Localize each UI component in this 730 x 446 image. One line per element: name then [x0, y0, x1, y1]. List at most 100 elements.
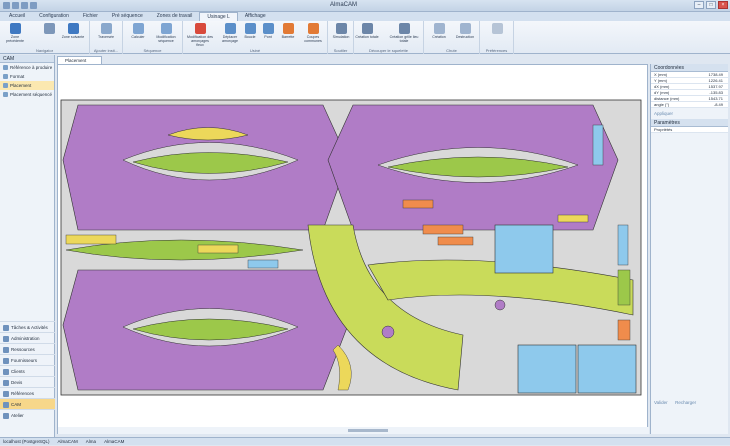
scrollbar-thumb[interactable]: [348, 429, 388, 432]
preferences-icon: [491, 23, 503, 34]
tab-fichier[interactable]: Fichier: [76, 12, 105, 21]
minimize-button[interactable]: –: [694, 1, 704, 9]
zone-precedente-button[interactable]: Zone précédente: [2, 23, 28, 43]
navigation-arrows[interactable]: [36, 23, 62, 35]
ribbon-group-chute: Création Destruction Chute: [424, 21, 480, 54]
apply-link[interactable]: Appliquer: [651, 108, 728, 119]
nav-references[interactable]: Références: [0, 387, 55, 398]
right-panel: Coordonnées X (mm) 1738.49 Y (mm) 1226.41 …: [650, 64, 728, 434]
maximize-button[interactable]: □: [706, 1, 716, 9]
nav-fournisseurs[interactable]: Fournisseurs: [0, 354, 55, 365]
nav-atelier[interactable]: Atelier: [0, 409, 55, 420]
square-part: [494, 224, 554, 274]
ribbon-group-preferences: Préférences: [480, 21, 514, 54]
status-app: AlmaCAM: [57, 439, 78, 444]
sheet-drawing: [58, 99, 649, 434]
reload-link[interactable]: Recharger: [672, 397, 699, 408]
traverse-icon: [100, 23, 112, 34]
small-part: [197, 244, 239, 254]
small-part: [402, 199, 434, 209]
group-label: Séquence: [143, 48, 162, 53]
ribbon: Zone précédente Zone suivante Navigator …: [0, 21, 730, 54]
status-user: Alma: [85, 439, 97, 444]
document-tab-placement[interactable]: Placement: [57, 56, 102, 64]
ribbon-group-ajouter: Traversée Ajouter insti...: [90, 21, 123, 54]
tab-affichage[interactable]: Affichage: [238, 12, 273, 21]
properties-row[interactable]: Propriétés: [651, 127, 728, 133]
modification-sequence-button[interactable]: Modification séquence: [153, 23, 179, 43]
lead-in-icon: [194, 23, 206, 34]
arrows-icon: [43, 23, 55, 34]
loop-icon: [244, 23, 256, 34]
tree-item-placement-sequence[interactable]: Placement séquencé: [0, 90, 54, 99]
edit-sequence-icon: [160, 23, 172, 34]
tree-item-placement[interactable]: Placement: [0, 81, 54, 90]
nav-devis[interactable]: Devis: [0, 376, 55, 387]
pont-button[interactable]: Pont: [259, 23, 277, 39]
arrow-left-icon: [9, 23, 21, 34]
tree-item-reference[interactable]: Référence à produire: [0, 63, 54, 72]
tab-configuration[interactable]: Configuration: [32, 12, 76, 21]
group-label: Ajouter insti...: [93, 48, 119, 53]
title-bar: AlmaCAM – □ ×: [0, 0, 730, 12]
barrette-button[interactable]: Barrette: [277, 23, 299, 39]
move-lead-icon: [224, 23, 236, 34]
quick-access-toolbar[interactable]: [3, 2, 37, 9]
left-panel: CAM Référence à produire Format Placemen…: [0, 55, 55, 437]
status-module: AlmaCAM: [104, 439, 125, 444]
creation-grille-button[interactable]: Création grille lieu totale: [386, 23, 422, 43]
creation-totale-button[interactable]: Création totale: [354, 23, 380, 39]
small-part: [617, 224, 629, 266]
nav-administration[interactable]: Administration: [0, 332, 55, 343]
small-part: [617, 319, 631, 341]
left-panel-header: CAM: [0, 55, 54, 63]
preferences-button[interactable]: [484, 23, 510, 35]
group-label: Usiné: [249, 48, 261, 53]
offcut-create-icon: [433, 23, 445, 34]
square-part: [577, 344, 637, 394]
destruction-chute-button[interactable]: Destruction: [452, 23, 478, 39]
traversee-button[interactable]: Traversée: [93, 23, 119, 39]
common-cut-icon: [307, 23, 319, 34]
calculate-icon: [132, 23, 144, 34]
small-part: [617, 269, 631, 306]
group-label: Navigator: [35, 48, 54, 53]
disc-part: [494, 299, 506, 311]
status-bar: localhost (PostgreSQL) AlmaCAM Alma Alma…: [0, 437, 730, 445]
nav-cam[interactable]: CAM: [0, 398, 55, 409]
tab-pre-sequence[interactable]: Pré séquence: [105, 12, 150, 21]
ribbon-group-decouper-squelette: Création totale Création grille lieu tot…: [354, 21, 424, 54]
disc-part: [381, 325, 395, 339]
ribbon-group-usine: Modification des amorçages fleux Déplace…: [183, 21, 328, 54]
bar-icon: [282, 23, 294, 34]
zone-suivante-button[interactable]: Zone suivante: [60, 23, 86, 39]
validate-link[interactable]: Valider: [651, 397, 671, 408]
group-label: Chute: [446, 48, 457, 53]
grid-icon: [398, 23, 410, 34]
modification-amorcages-button[interactable]: Modification des amorçages fleux: [187, 23, 213, 47]
nav-clients[interactable]: Clients: [0, 365, 55, 376]
deplacer-amorcage-button[interactable]: Déplacer amorçage: [217, 23, 243, 43]
simulation-icon: [335, 23, 347, 34]
tree-item-format[interactable]: Format: [0, 72, 54, 81]
simulation-button[interactable]: Simulation: [328, 23, 354, 39]
panel-actions: Valider Recharger: [651, 400, 729, 406]
square-part: [517, 344, 577, 394]
creation-chute-button[interactable]: Création: [426, 23, 452, 39]
group-label: Découper le squelette: [369, 48, 408, 53]
nav-taches[interactable]: Tâches & Activités: [0, 321, 55, 332]
nesting-canvas[interactable]: [57, 64, 649, 434]
small-part: [592, 124, 604, 166]
coupes-communes-button[interactable]: Coupes communes: [299, 23, 327, 43]
nav-ressources[interactable]: Ressources: [0, 343, 55, 354]
tab-zones-de-travail[interactable]: Zones de travail: [150, 12, 200, 21]
tab-usinage[interactable]: Usinage L: [199, 12, 238, 21]
tab-accueil[interactable]: Accueil: [2, 12, 32, 21]
arrow-right-icon: [67, 23, 79, 34]
close-button[interactable]: ×: [718, 1, 728, 9]
group-label: Soutiler: [333, 48, 348, 53]
small-part: [557, 214, 589, 223]
boucle-button[interactable]: Boucle: [241, 23, 259, 39]
calculer-button[interactable]: Calculer: [125, 23, 151, 39]
coordinates-header: Coordonnées: [651, 64, 728, 72]
